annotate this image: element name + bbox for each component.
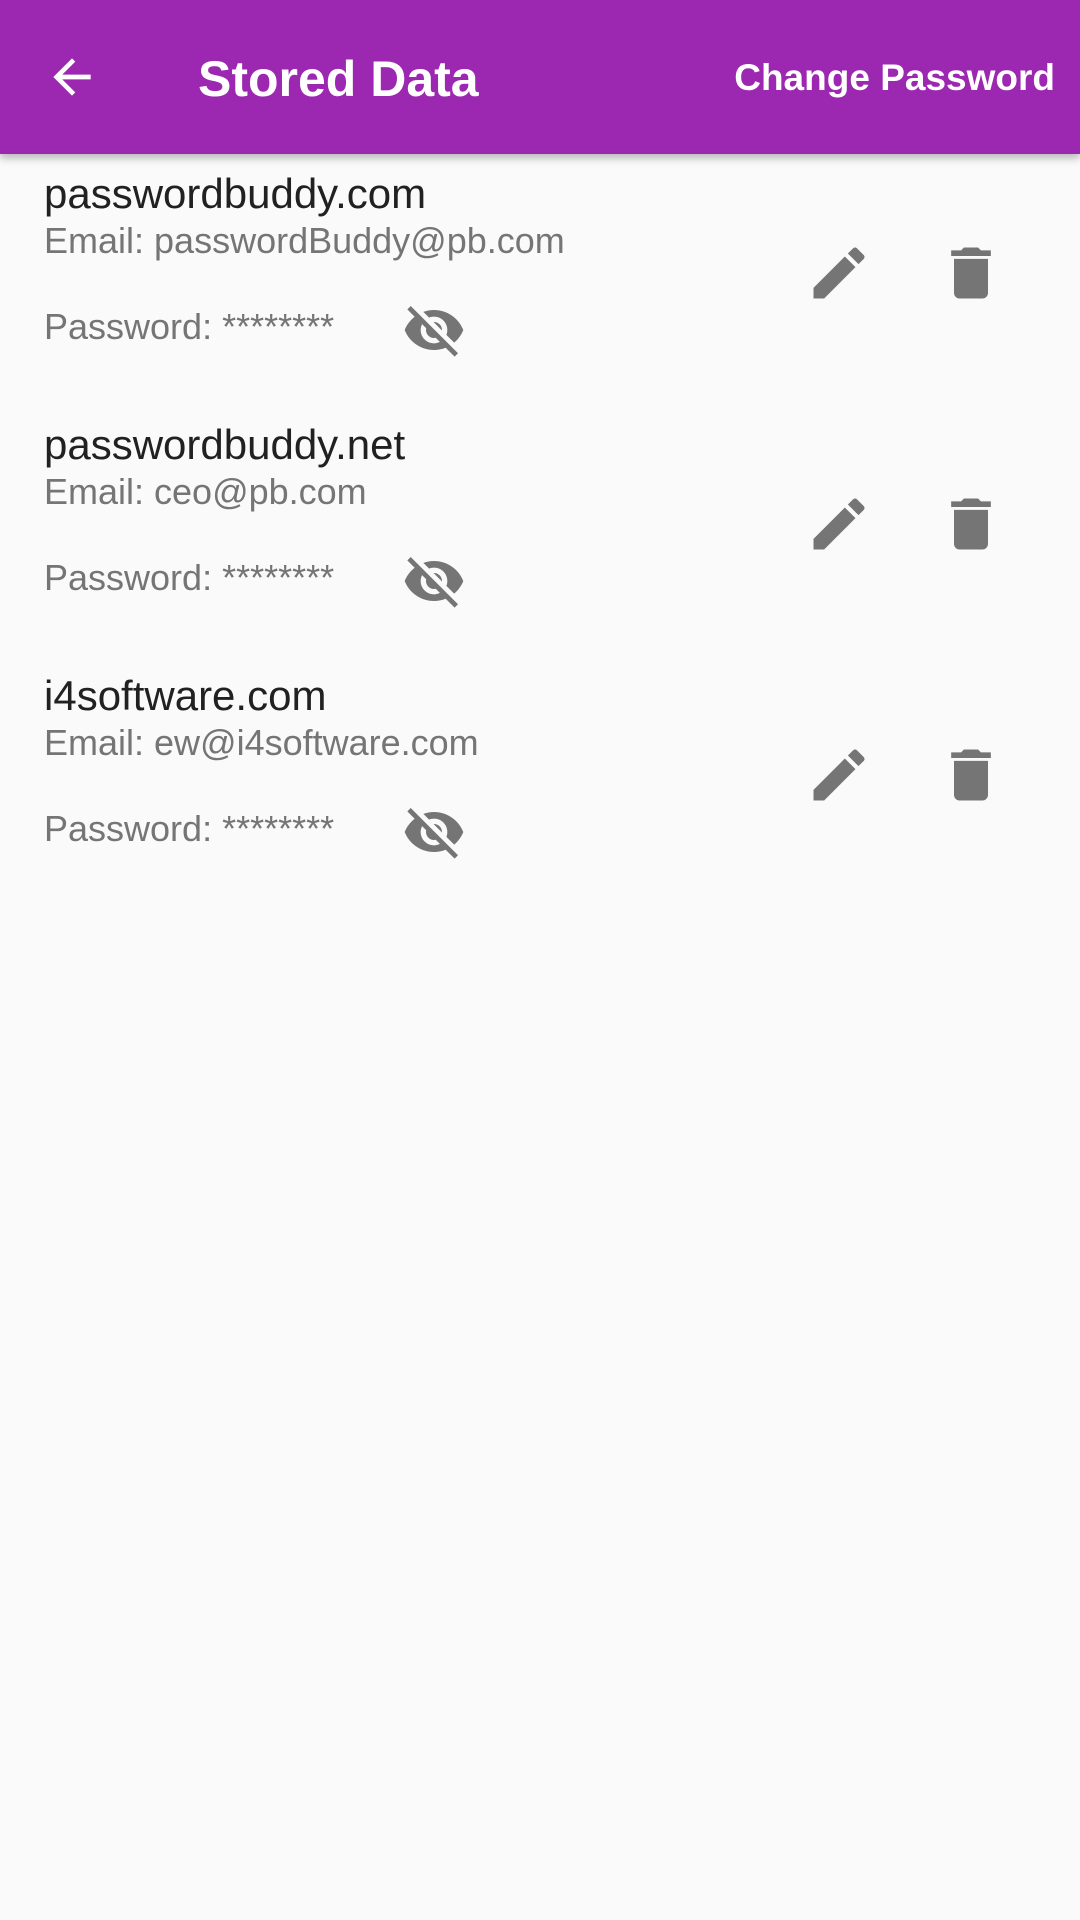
list-item: passwordbuddy.net Email: ceo@pb.com Pass… — [0, 405, 1080, 656]
delete-button[interactable] — [935, 488, 1007, 560]
entry-site: passwordbuddy.com — [44, 170, 427, 217]
entry-password: Password: ******** — [44, 808, 335, 849]
edit-button[interactable] — [803, 488, 875, 560]
change-password-button[interactable]: Change Password — [734, 52, 1055, 104]
edit-icon — [813, 247, 865, 299]
toggle-visibility-button[interactable] — [400, 300, 468, 360]
list-item: i4software.com Email: ew@i4software.com … — [0, 656, 1080, 907]
edit-button[interactable] — [803, 739, 875, 811]
entry-site: i4software.com — [44, 672, 327, 719]
delete-button[interactable] — [935, 237, 1007, 309]
stored-data-list: passwordbuddy.com Email: passwordBuddy@p… — [0, 154, 1080, 907]
entry-email: Email: passwordBuddy@pb.com — [44, 220, 565, 261]
visibility-off-icon — [404, 808, 464, 859]
edit-icon — [813, 749, 865, 801]
entry-password: Password: ******** — [44, 557, 335, 598]
entry-site: passwordbuddy.net — [44, 421, 406, 468]
delete-button[interactable] — [935, 739, 1007, 811]
edit-icon — [813, 498, 865, 550]
delete-icon — [951, 247, 991, 299]
toggle-visibility-button[interactable] — [400, 551, 468, 611]
delete-icon — [951, 498, 991, 550]
edit-button[interactable] — [803, 237, 875, 309]
delete-icon — [951, 749, 991, 801]
entry-email: Email: ew@i4software.com — [44, 722, 479, 763]
back-button[interactable] — [40, 45, 104, 109]
arrow-back-icon — [53, 58, 91, 96]
list-item: passwordbuddy.com Email: passwordBuddy@p… — [0, 154, 1080, 405]
entry-password: Password: ******** — [44, 306, 335, 347]
page-title: Stored Data — [198, 51, 479, 107]
app-bar: Stored Data Change Password — [0, 0, 1080, 154]
toggle-visibility-button[interactable] — [400, 802, 468, 862]
entry-email: Email: ceo@pb.com — [44, 471, 367, 512]
visibility-off-icon — [404, 306, 464, 357]
visibility-off-icon — [404, 557, 464, 608]
